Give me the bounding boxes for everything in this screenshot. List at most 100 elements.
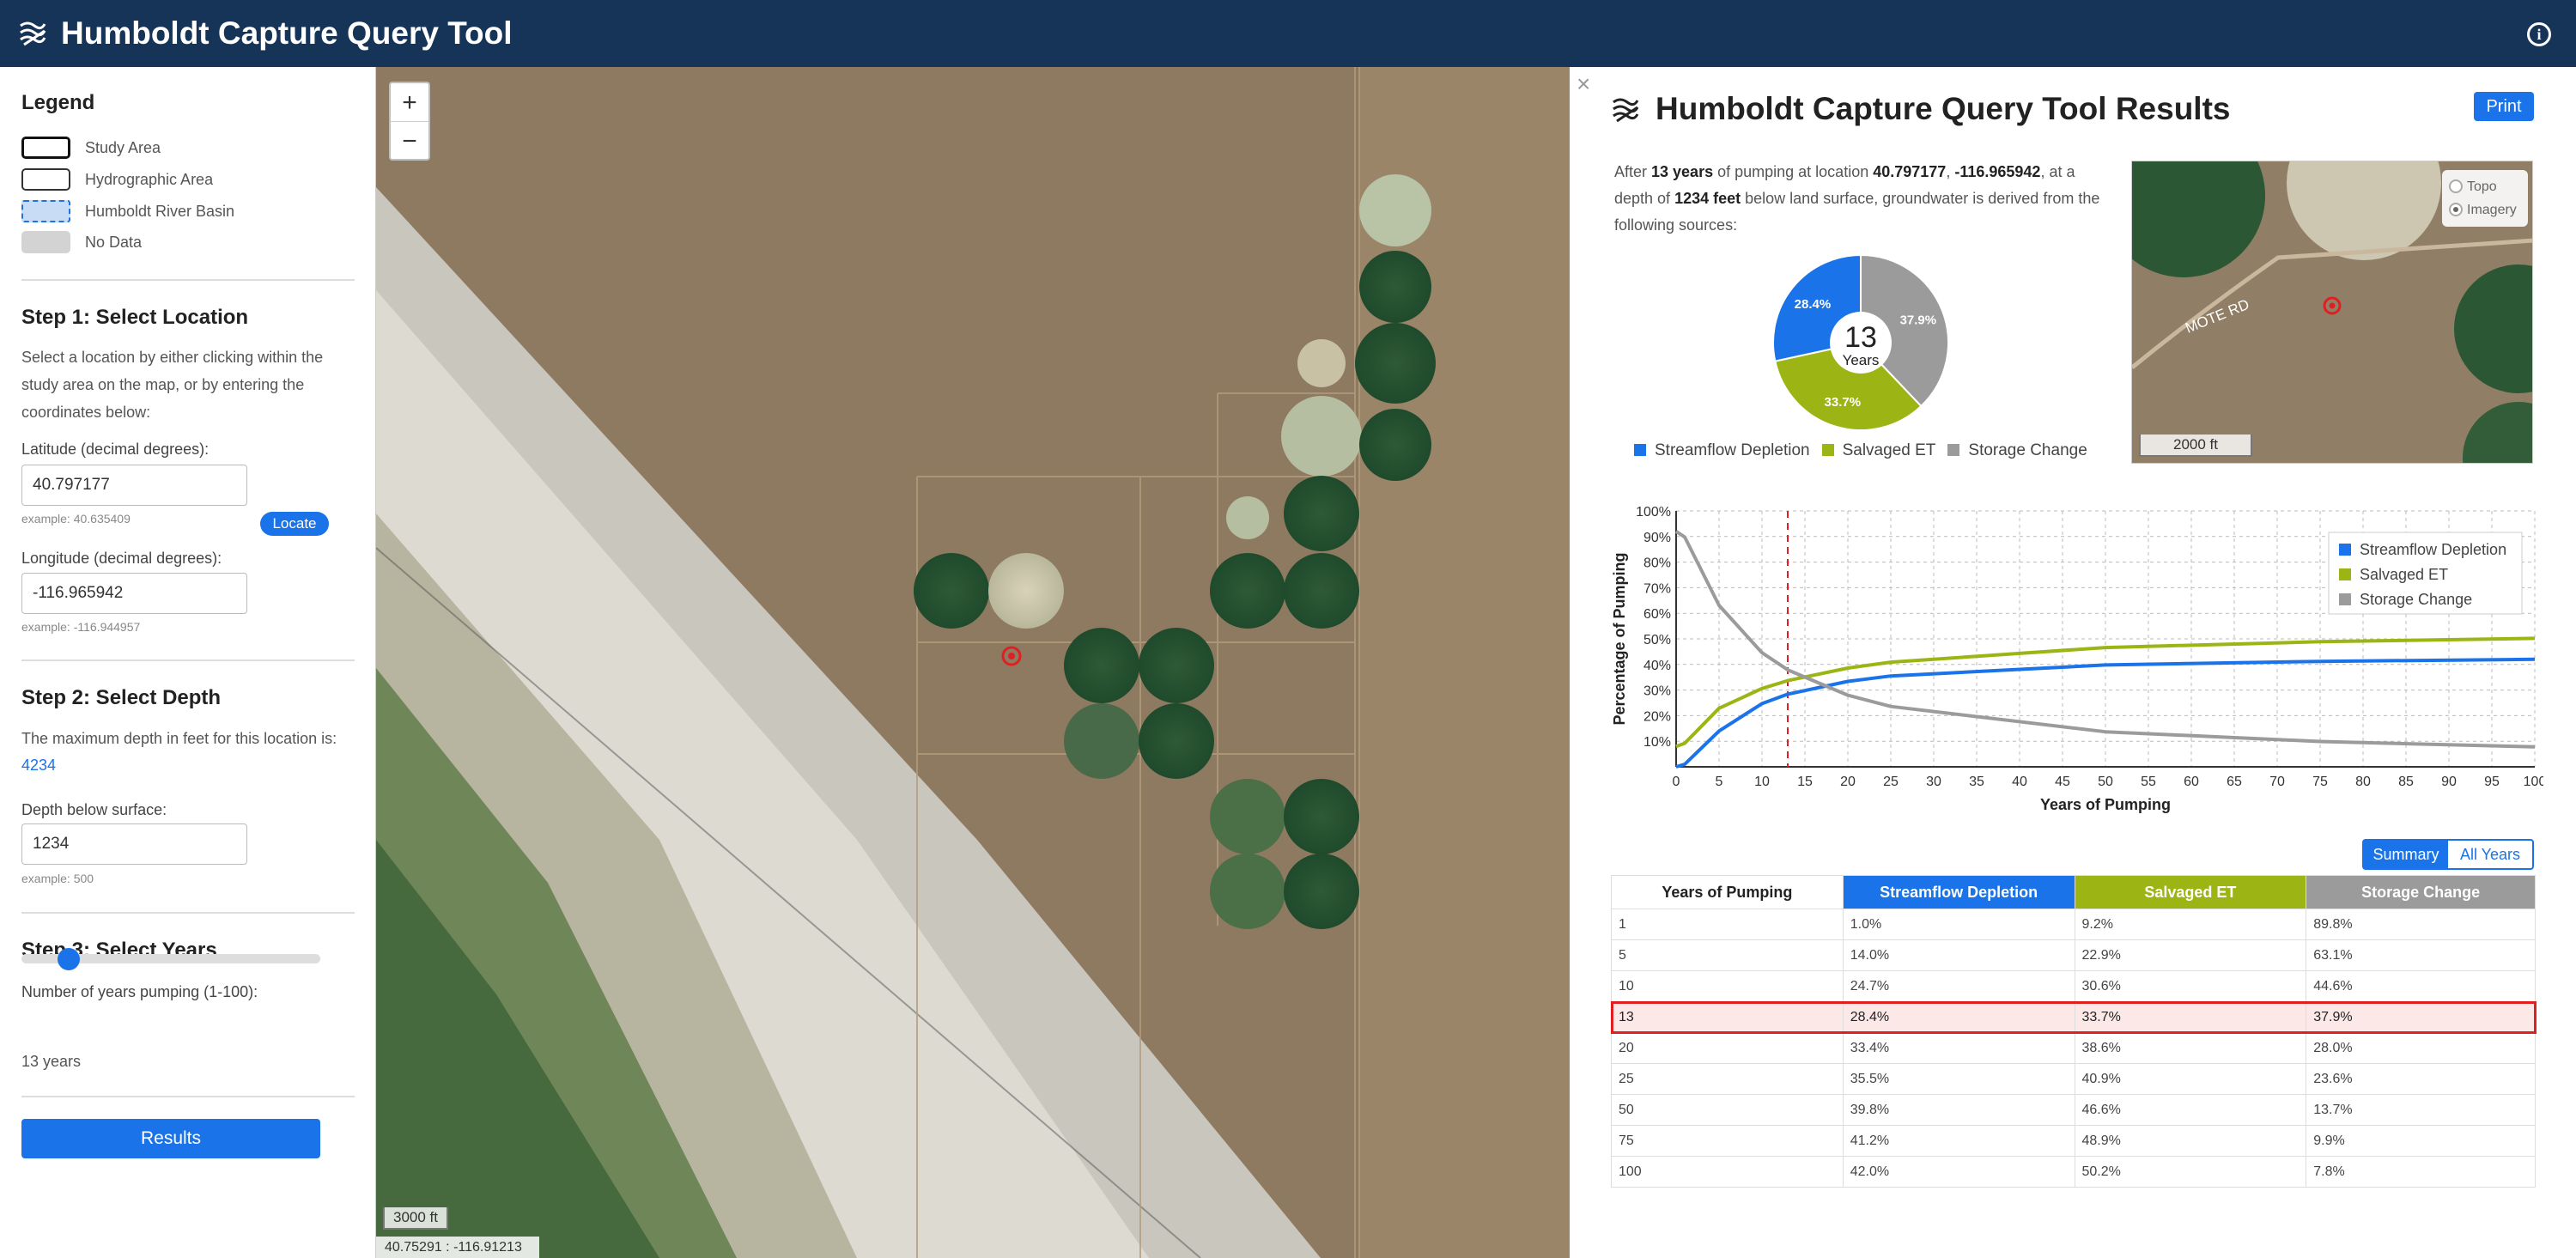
legend-item-no-data: No Data: [21, 231, 142, 253]
zoom-in-button[interactable]: +: [391, 83, 428, 122]
chart-legend-label: Storage Change: [2360, 591, 2472, 608]
x-tick-label: 10: [1754, 775, 1770, 789]
y-tick-label: 60%: [1643, 607, 1671, 622]
table-cell: 38.6%: [2074, 1032, 2307, 1064]
years-slider-thumb[interactable]: [58, 948, 81, 970]
summary-lat: 40.797177: [1873, 163, 1947, 180]
x-tick-label: 100: [2524, 775, 2543, 789]
x-tick-label: 55: [2141, 775, 2156, 789]
table-cell: 44.6%: [2306, 970, 2536, 1002]
legend-swatch: [2339, 568, 2351, 580]
summary-years: 13 years: [1651, 163, 1714, 180]
divider: [21, 279, 355, 281]
step1-description: Select a location by either clicking wit…: [21, 349, 324, 421]
capture-line-chart: 0 5 10 15 20 25 30 35 40 45 50 55 60 65 70 75 80 85 90 95 10…: [1611, 505, 2543, 813]
table-row: 13 28.4% 33.7% 37.9%: [1610, 1000, 2537, 1034]
view-toggle: Summary All Years: [2362, 839, 2534, 870]
table-cell: 41.2%: [1842, 1125, 2075, 1157]
latitude-input[interactable]: [21, 465, 247, 506]
table-cell: 42.0%: [1842, 1156, 2075, 1188]
x-tick-label: 65: [2227, 775, 2242, 789]
longitude-input[interactable]: [21, 573, 247, 614]
x-tick-label: 75: [2312, 775, 2328, 789]
table-header-cell: Storage Change: [2306, 875, 2536, 909]
table-cell: 50.2%: [2074, 1156, 2307, 1188]
x-tick-label: 50: [2098, 775, 2113, 789]
table-cell: 20: [1611, 1032, 1844, 1064]
info-icon[interactable]: i: [2527, 22, 2551, 46]
table-header-cell: Salvaged ET: [2074, 875, 2307, 909]
pie-slice-label: 28.4%: [1795, 297, 1832, 312]
table-cell: 9.9%: [2306, 1125, 2536, 1157]
app-title: Humboldt Capture Query Tool: [61, 15, 513, 51]
table-cell: 39.8%: [1842, 1094, 2075, 1126]
legend-swatch: [2339, 544, 2351, 556]
longitude-label: Longitude (decimal degrees):: [21, 550, 222, 567]
close-panel-button[interactable]: ×: [1577, 70, 1590, 98]
table-cell: 7.8%: [2306, 1156, 2536, 1188]
table-row: 25 35.5% 40.9% 23.6%: [1611, 1063, 2536, 1095]
radio-icon[interactable]: [2449, 203, 2463, 216]
x-tick-label: 85: [2398, 775, 2414, 789]
depth-input[interactable]: [21, 823, 247, 865]
latitude-example: example: 40.635409: [21, 512, 131, 526]
years-value-text: 13 years: [21, 1053, 82, 1070]
pie-legend-item: Salvaged ET: [1821, 441, 1935, 460]
map-view[interactable]: [376, 67, 1570, 1258]
table-cell: 30.6%: [2074, 970, 2307, 1002]
table-cell: 1: [1611, 909, 1844, 940]
table-cell: 25: [1611, 1063, 1844, 1095]
y-tick-label: 30%: [1643, 684, 1671, 699]
table-cell: 37.9%: [2306, 1001, 2536, 1033]
x-tick-label: 15: [1797, 775, 1813, 789]
results-button[interactable]: Results: [21, 1119, 320, 1158]
table-cell: 89.8%: [2306, 909, 2536, 940]
print-button[interactable]: Print: [2474, 92, 2534, 121]
satellite-imagery[interactable]: [376, 67, 1570, 1258]
pie-legend: Streamflow Depletion Salvaged ET Storage…: [1634, 441, 2099, 460]
summary-toggle-button[interactable]: Summary: [2364, 841, 2448, 868]
pie-slice-label: 37.9%: [1900, 313, 1937, 327]
depth-example: example: 500: [21, 872, 94, 885]
x-tick-label: 70: [2269, 775, 2285, 789]
legend-label: Study Area: [85, 138, 161, 156]
longitude-example: example: -116.944957: [21, 620, 141, 634]
table-cell: 13.7%: [2306, 1094, 2536, 1126]
table-cell: 40.9%: [2074, 1063, 2307, 1095]
legend-heading: Legend: [21, 91, 95, 114]
pie-slice-label: 33.7%: [1825, 395, 1862, 410]
table-cell: 35.5%: [1842, 1063, 2075, 1095]
y-tick-label: 20%: [1643, 709, 1671, 724]
x-tick-label: 20: [1840, 775, 1856, 789]
table-cell: 46.6%: [2074, 1094, 2307, 1126]
x-tick-label: 95: [2484, 775, 2500, 789]
basemap-option-topo[interactable]: Topo: [2449, 175, 2521, 198]
results-table: Years of Pumping Streamflow Depletion Salv…: [1610, 875, 2537, 1188]
table-header-cell: Years of Pumping: [1611, 875, 1844, 909]
table-row: 1 1.0% 9.2% 89.8%: [1611, 909, 2536, 940]
table-cell: 24.7%: [1842, 970, 2075, 1002]
x-tick-label: 30: [1926, 775, 1941, 789]
x-tick-label: 40: [2012, 775, 2027, 789]
legend-item-hydrographic-area: Hydrographic Area: [21, 168, 213, 191]
table-row: 75 41.2% 48.9% 9.9%: [1611, 1125, 2536, 1157]
radio-icon[interactable]: [2449, 179, 2463, 193]
legend-label: No Data: [85, 233, 143, 251]
table-row: 20 33.4% 38.6% 28.0%: [1611, 1032, 2536, 1064]
x-tick-label: 35: [1969, 775, 1984, 789]
table-cell: 14.0%: [1842, 939, 2075, 971]
legend-item-humboldt-basin: Humboldt River Basin: [21, 200, 234, 222]
depth-label: Depth below surface:: [21, 801, 167, 818]
locate-button[interactable]: Locate: [260, 512, 329, 536]
all-years-toggle-button[interactable]: All Years: [2448, 841, 2532, 868]
legend-label: Hydrographic Area: [85, 170, 214, 188]
table-cell: 100: [1611, 1156, 1844, 1188]
basemap-option-imagery[interactable]: Imagery: [2449, 198, 2521, 222]
table-row: 10 24.7% 30.6% 44.6%: [1611, 970, 2536, 1002]
y-tick-label: 40%: [1643, 659, 1671, 673]
table-cell: 1.0%: [1842, 909, 2075, 940]
zoom-out-button[interactable]: −: [391, 122, 428, 161]
x-tick-label: 25: [1883, 775, 1899, 789]
table-cell: 75: [1611, 1125, 1844, 1157]
table-row: 5 14.0% 22.9% 63.1%: [1611, 939, 2536, 971]
